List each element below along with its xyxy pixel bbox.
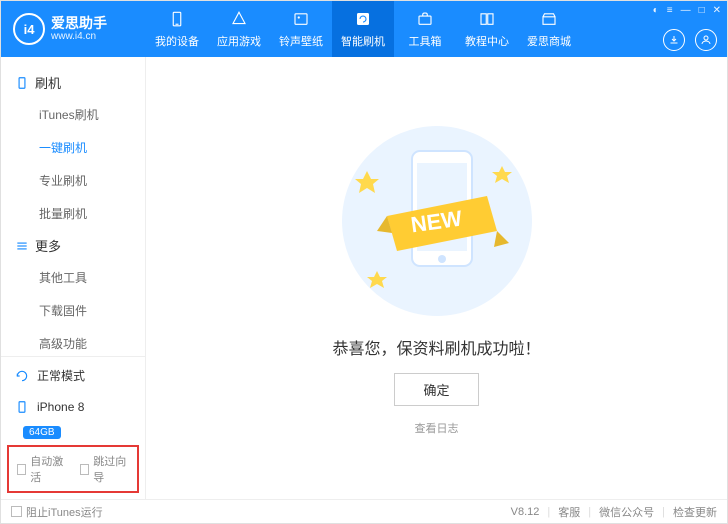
version-label: V8.12 xyxy=(511,506,540,518)
app-header: i4 爱思助手 www.i4.cn 我的设备 应用游戏 铃声壁纸 智能刷机 工具… xyxy=(1,1,727,57)
checkbox-block-itunes[interactable]: 阻止iTunes运行 xyxy=(11,504,103,520)
app-title: 爱思助手 xyxy=(51,15,107,32)
sidebar-item-pro-flash[interactable]: 专业刷机 xyxy=(1,164,145,197)
refresh-icon xyxy=(353,9,373,29)
nav-ringtones[interactable]: 铃声壁纸 xyxy=(270,1,332,57)
bottom-checks: 自动激活 跳过向导 xyxy=(7,445,139,493)
device-selector[interactable]: iPhone 8 xyxy=(1,394,145,424)
phone-icon xyxy=(15,400,29,414)
main-content: NEW 恭喜您，保资料刷机成功啦！ 确定 查看日志 xyxy=(146,57,727,499)
logo: i4 爱思助手 www.i4.cn xyxy=(1,13,146,45)
toolbox-icon xyxy=(415,9,435,29)
nav-store[interactable]: 爱思商城 xyxy=(518,1,580,57)
nav-tutorial[interactable]: 教程中心 xyxy=(456,1,518,57)
wechat-link[interactable]: 微信公众号 xyxy=(599,504,654,520)
user-button[interactable] xyxy=(695,29,717,51)
success-message: 恭喜您，保资料刷机成功啦！ xyxy=(332,335,540,359)
sidebar: 刷机 iTunes刷机 一键刷机 专业刷机 批量刷机 更多 其他工具 下载固件 … xyxy=(1,57,146,499)
menu-icon[interactable]: ≡ xyxy=(667,5,673,16)
apps-icon xyxy=(229,9,249,29)
status-bar: 阻止iTunes运行 V8.12 | 客服 | 微信公众号 | 检查更新 xyxy=(1,499,727,523)
refresh-icon xyxy=(15,369,29,383)
image-icon xyxy=(291,9,311,29)
phone-icon xyxy=(167,9,187,29)
logo-icon: i4 xyxy=(13,13,45,45)
sidebar-item-other-tools[interactable]: 其他工具 xyxy=(1,261,145,294)
sidebar-item-oneclick-flash[interactable]: 一键刷机 xyxy=(1,131,145,164)
minimize-icon[interactable]: — xyxy=(681,5,691,16)
view-log-link[interactable]: 查看日志 xyxy=(415,420,459,436)
sidebar-item-download-firmware[interactable]: 下载固件 xyxy=(1,294,145,327)
sidebar-item-itunes-flash[interactable]: iTunes刷机 xyxy=(1,98,145,131)
update-link[interactable]: 检查更新 xyxy=(673,504,717,520)
success-illustration: NEW xyxy=(337,121,537,321)
sidebar-group-flash: 刷机 xyxy=(1,67,145,98)
skin-icon[interactable]: ◐ xyxy=(653,5,659,16)
checkbox-auto-activate[interactable]: 自动激活 xyxy=(17,453,66,485)
download-button[interactable] xyxy=(663,29,685,51)
book-icon xyxy=(477,9,497,29)
nav-toolbox[interactable]: 工具箱 xyxy=(394,1,456,57)
window-controls: ◐ ≡ — □ ✕ xyxy=(653,5,721,16)
mode-selector[interactable]: 正常模式 xyxy=(1,357,145,394)
sidebar-item-batch-flash[interactable]: 批量刷机 xyxy=(1,197,145,230)
ok-button[interactable]: 确定 xyxy=(394,373,478,406)
checkbox-skip-guide[interactable]: 跳过向导 xyxy=(80,453,129,485)
app-subtitle: www.i4.cn xyxy=(51,31,107,43)
close-icon[interactable]: ✕ xyxy=(713,5,721,16)
nav-apps[interactable]: 应用游戏 xyxy=(208,1,270,57)
nav-my-device[interactable]: 我的设备 xyxy=(146,1,208,57)
store-icon xyxy=(539,9,559,29)
sidebar-group-more: 更多 xyxy=(1,230,145,261)
maximize-icon[interactable]: □ xyxy=(699,5,705,16)
sidebar-item-advanced[interactable]: 高级功能 xyxy=(1,327,145,356)
storage-badge: 64GB xyxy=(23,426,61,439)
support-link[interactable]: 客服 xyxy=(558,504,580,520)
nav-flash[interactable]: 智能刷机 xyxy=(332,1,394,57)
main-nav: 我的设备 应用游戏 铃声壁纸 智能刷机 工具箱 教程中心 爱思商城 xyxy=(146,1,580,57)
